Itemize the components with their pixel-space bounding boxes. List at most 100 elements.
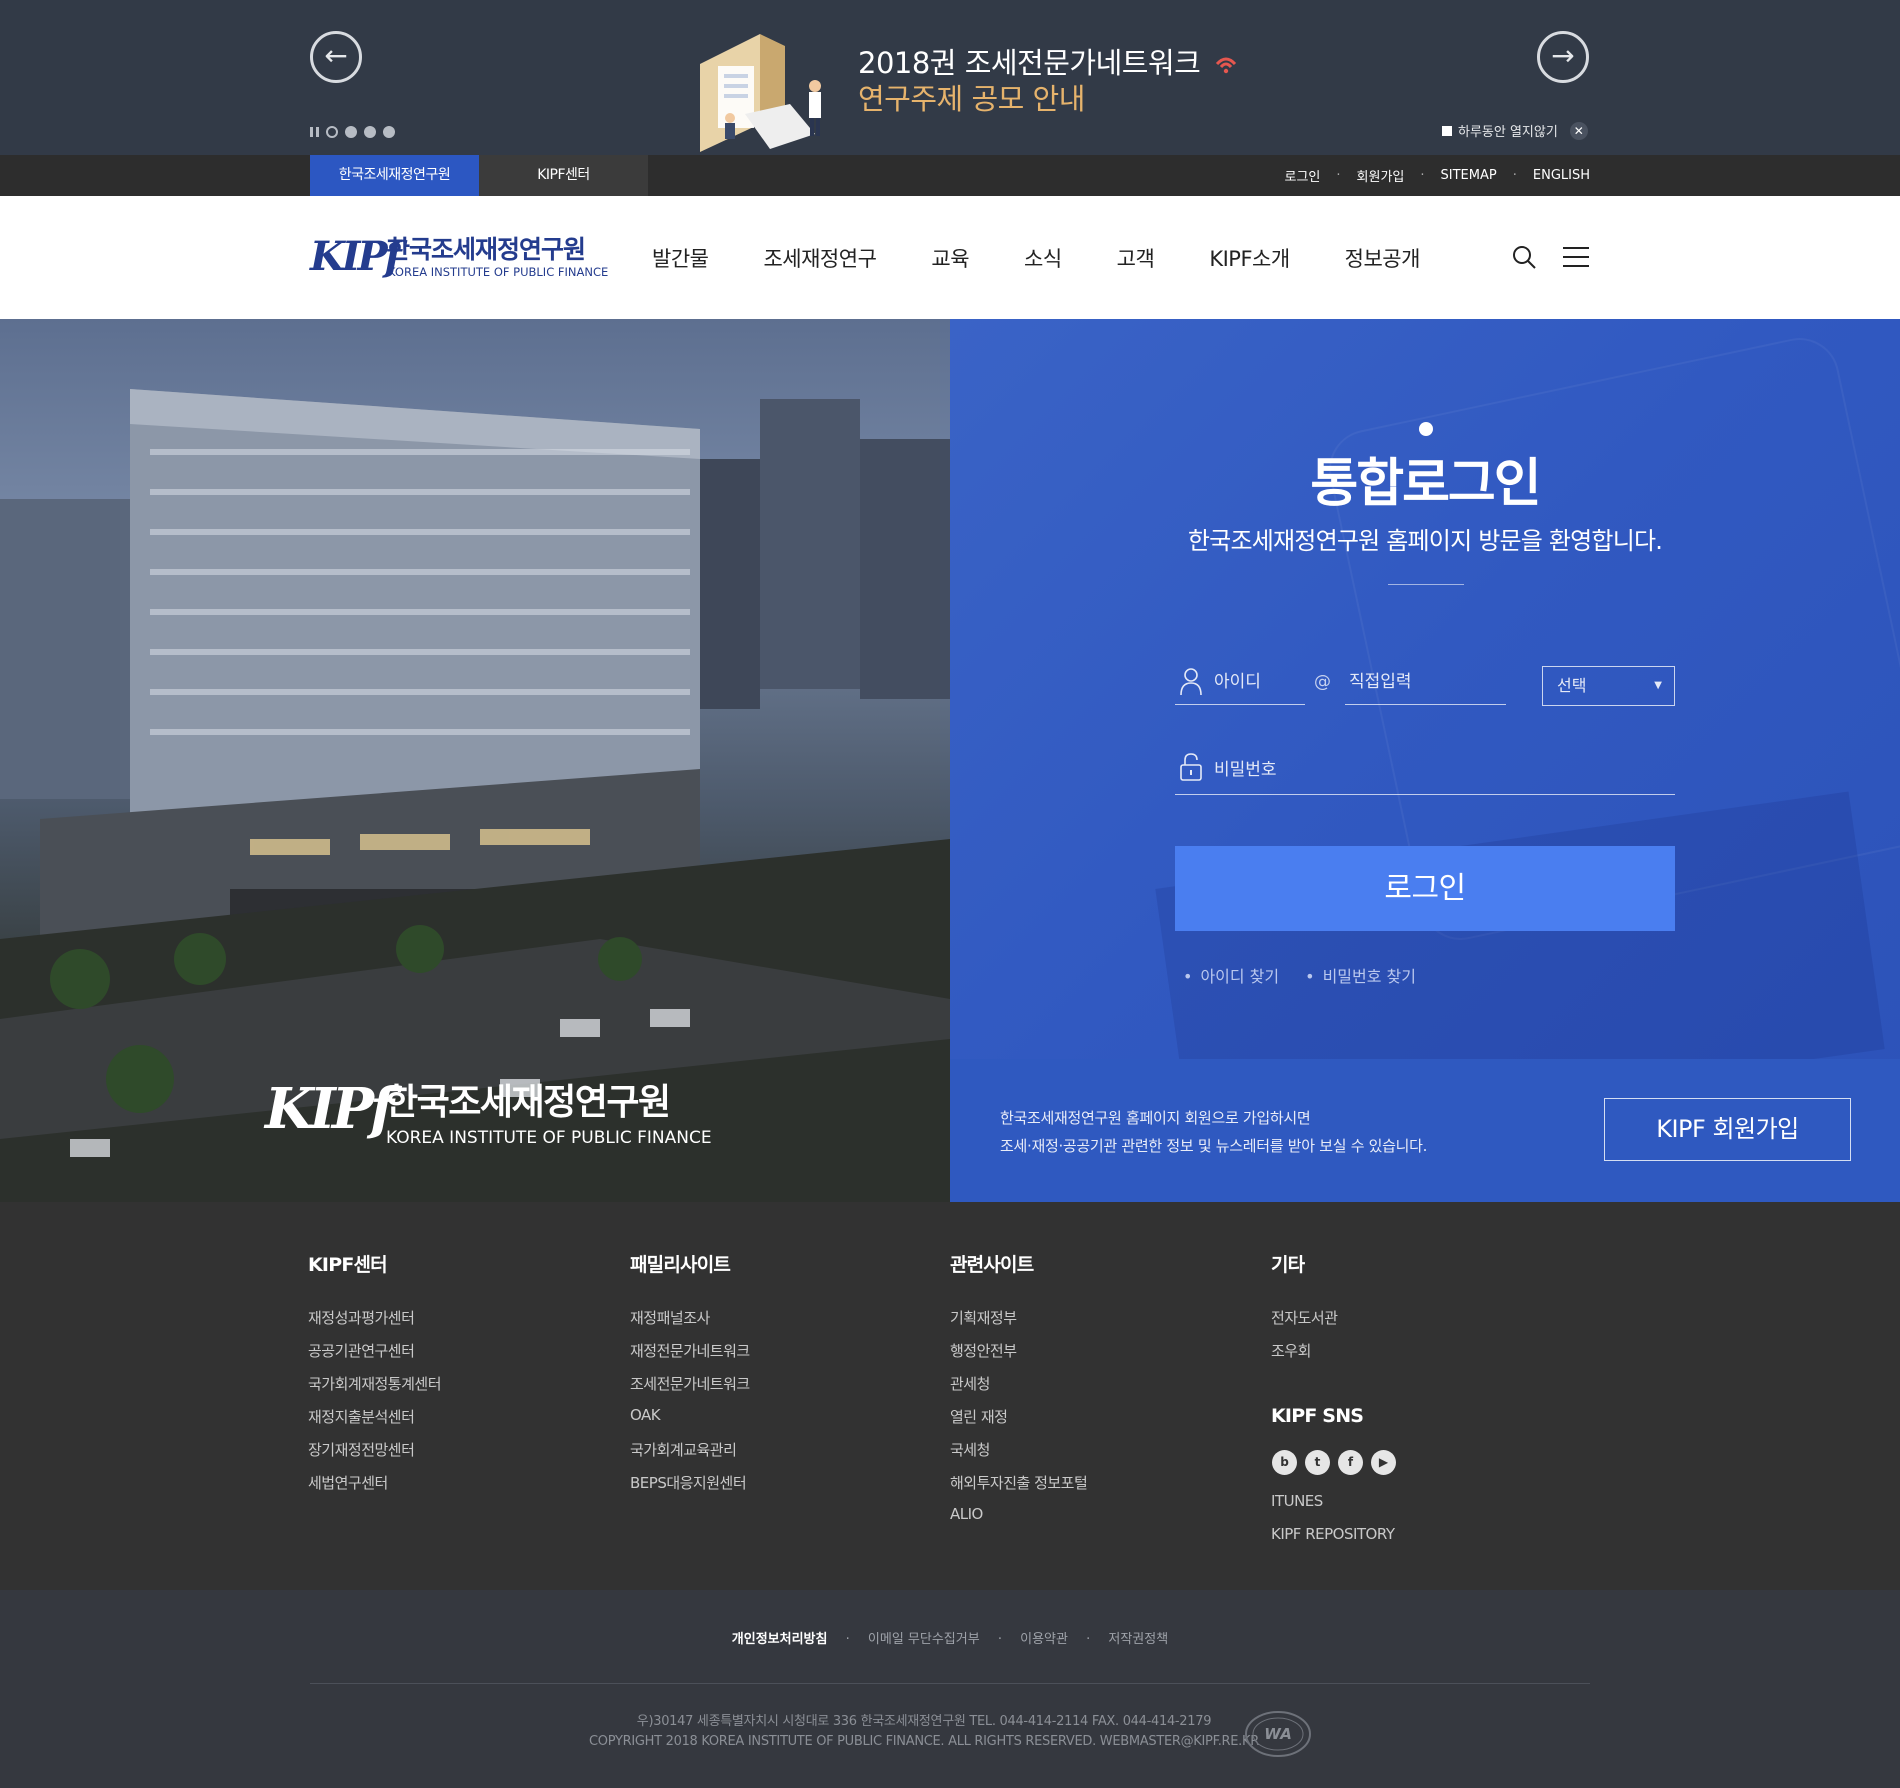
footer-link[interactable]: 조세전문가네트워크 [630, 1373, 750, 1406]
separator: · [1512, 168, 1517, 183]
promo-subhead: 연구주제 공모 안내 [858, 82, 1085, 116]
user-icon [1180, 668, 1202, 696]
logo-korean: 한국조세재정연구원 [387, 235, 586, 264]
footer-link[interactable]: 세법연구센터 [308, 1472, 441, 1505]
copyright-text: COPYRIGHT 2018 KOREA INSTITUTE OF PUBLIC… [589, 1734, 1259, 1749]
promo-dot[interactable] [364, 126, 376, 138]
pause-icon[interactable] [310, 127, 319, 137]
web-accessibility-mark-icon: WA [1245, 1711, 1311, 1757]
promo-dot[interactable] [383, 126, 395, 138]
email-policy-link[interactable]: 이메일 무단수집거부 [868, 1632, 980, 1647]
nav-news[interactable]: 소식 [1024, 243, 1062, 273]
blog-icon[interactable]: b [1272, 1450, 1297, 1475]
footer-link[interactable]: 재정전문가네트워크 [630, 1340, 750, 1373]
close-icon[interactable]: ✕ [1569, 121, 1588, 140]
footer-column-title: 기타 [1271, 1254, 1305, 1276]
logo-english: KOREA INSTITUTE OF PUBLIC FINANCE [388, 265, 609, 279]
footer-link[interactable]: 해외투자진출 정보포털 [950, 1472, 1088, 1505]
at-sign: @ [1314, 672, 1331, 692]
sitemap-link[interactable]: SITEMAP [1441, 168, 1497, 183]
arrow-right-icon: → [1551, 39, 1575, 72]
search-icon[interactable] [1512, 245, 1536, 269]
separator: · [1086, 1632, 1091, 1647]
itunes-link[interactable]: ITUNES [1271, 1492, 1395, 1525]
nav-publications[interactable]: 발간물 [652, 243, 709, 273]
checkbox-icon[interactable] [1442, 125, 1452, 136]
separator: · [1420, 168, 1425, 183]
password-field[interactable] [1175, 750, 1675, 795]
footer-link[interactable]: 관세청 [950, 1373, 1087, 1406]
promo-next-button[interactable]: → [1537, 31, 1589, 83]
footer-column-related: 관련사이트 기획재정부 행정안전부 관세청 열린 재정 국세청 해외투자진출 정… [950, 1250, 1088, 1538]
footer-link[interactable]: ALIO [950, 1505, 1087, 1538]
site-tab-kipf[interactable]: 한국조세재정연구원 [310, 155, 479, 196]
join-description: 한국조세재정연구원 홈페이지 회원으로 가입하시면 조세·재정·공공기관 관련한… [1000, 1104, 1427, 1160]
repository-link[interactable]: KIPF REPOSITORY [1271, 1525, 1395, 1558]
promo-dot[interactable] [345, 126, 357, 138]
password-input[interactable] [1214, 760, 1654, 780]
hero-logo-english: KOREA INSTITUTE OF PUBLIC FINANCE [386, 1128, 712, 1148]
footer-link[interactable]: 열린 재정 [950, 1406, 1087, 1439]
footer-link[interactable]: 재정패널조사 [630, 1307, 750, 1340]
utility-links: 로그인 · 회원가입 · SITEMAP · ENGLISH [1285, 155, 1590, 196]
footer-link[interactable]: 국가회계재정통계센터 [308, 1373, 442, 1406]
footer-link[interactable]: 장기재정전망센터 [308, 1439, 441, 1472]
site-tab-center[interactable]: KIPF센터 [479, 155, 648, 196]
nav-disclosure[interactable]: 정보공개 [1345, 243, 1421, 273]
find-password-link[interactable]: • 비밀번호 찾기 [1305, 963, 1416, 987]
site-logo[interactable]: KIPf 한국조세재정연구원 KOREA INSTITUTE OF PUBLIC… [310, 235, 608, 281]
signup-link[interactable]: 회원가입 [1357, 166, 1405, 185]
footer-link[interactable]: 국가회계교육관리 [630, 1439, 750, 1472]
english-link[interactable]: ENGLISH [1533, 168, 1590, 183]
lock-icon [1180, 753, 1202, 781]
footer-link[interactable]: 행정안전부 [950, 1340, 1087, 1373]
footer-link[interactable]: 재정성과평가센터 [308, 1307, 441, 1340]
domain-select[interactable]: 선택 ▼ [1542, 666, 1675, 706]
main-nav: 발간물 조세재정연구 교육 소식 고객 KIPF소개 정보공개 [652, 196, 1475, 319]
svg-text:WA: WA [1264, 1725, 1292, 1743]
promo-illustration [700, 34, 821, 152]
footer-link[interactable]: BEPS대응지원센터 [630, 1472, 750, 1505]
footer-link[interactable]: 조우회 [1271, 1340, 1338, 1373]
signal-icon [1215, 57, 1237, 74]
footer-link[interactable]: OAK [630, 1406, 750, 1439]
domain-input[interactable] [1349, 672, 1499, 692]
login-welcome: 한국조세재정연구원 홈페이지 방문을 환영합니다. [1187, 527, 1663, 555]
login-link[interactable]: 로그인 [1285, 166, 1321, 185]
footer-link[interactable]: 전자도서관 [1271, 1307, 1338, 1340]
address-block: 우)30147 세종특별자치시 시청대로 336 한국조세재정연구원 TEL. … [0, 1712, 1848, 1752]
footer-column-etc: 기타 전자도서관 조우회 [1271, 1250, 1338, 1373]
divider [1388, 584, 1464, 585]
promo-prev-button[interactable]: ← [310, 31, 362, 83]
footer-link[interactable]: 공공기관연구센터 [308, 1340, 441, 1373]
login-button[interactable]: 로그인 [1175, 846, 1675, 931]
nav-about[interactable]: KIPF소개 [1209, 243, 1290, 273]
terms-link[interactable]: 이용약관 [1020, 1632, 1068, 1647]
today-close[interactable]: 하루동안 열지않기 ✕ [1442, 121, 1588, 140]
promo-dot[interactable] [326, 126, 338, 138]
footer-link[interactable]: 국세청 [950, 1439, 1087, 1472]
building-photo [0, 319, 950, 1202]
nav-education[interactable]: 교육 [931, 243, 969, 273]
today-close-label: 하루동안 열지않기 [1458, 125, 1558, 140]
nav-customer[interactable]: 고객 [1117, 243, 1155, 273]
id-input[interactable] [1214, 672, 1304, 692]
address-text: 우)30147 세종특별자치시 시청대로 336 한국조세재정연구원 TEL. … [636, 1714, 1212, 1729]
signup-button[interactable]: KIPF 회원가입 [1604, 1098, 1851, 1161]
privacy-policy-link[interactable]: 개인정보처리방침 [732, 1632, 828, 1647]
footer-link[interactable]: 기획재정부 [950, 1307, 1087, 1340]
footer-column-title: 관련사이트 [950, 1254, 1034, 1276]
id-field[interactable] [1175, 664, 1305, 705]
facebook-icon[interactable]: f [1338, 1450, 1363, 1475]
hamburger-menu-icon[interactable] [1563, 246, 1589, 268]
twitter-icon[interactable]: t [1305, 1450, 1330, 1475]
youtube-icon[interactable]: ▶ [1371, 1450, 1396, 1475]
find-id-link[interactable]: • 아이디 찾기 [1183, 963, 1279, 987]
copyright-policy-link[interactable]: 저작권정책 [1108, 1632, 1168, 1647]
bottom-footer [0, 1590, 1900, 1788]
footer-link[interactable]: 재정지출분석센터 [308, 1406, 441, 1439]
domain-field[interactable] [1345, 664, 1506, 705]
footer-divider [310, 1683, 1590, 1684]
caret-down-icon: ▼ [1654, 680, 1662, 691]
nav-research[interactable]: 조세재정연구 [763, 243, 876, 273]
